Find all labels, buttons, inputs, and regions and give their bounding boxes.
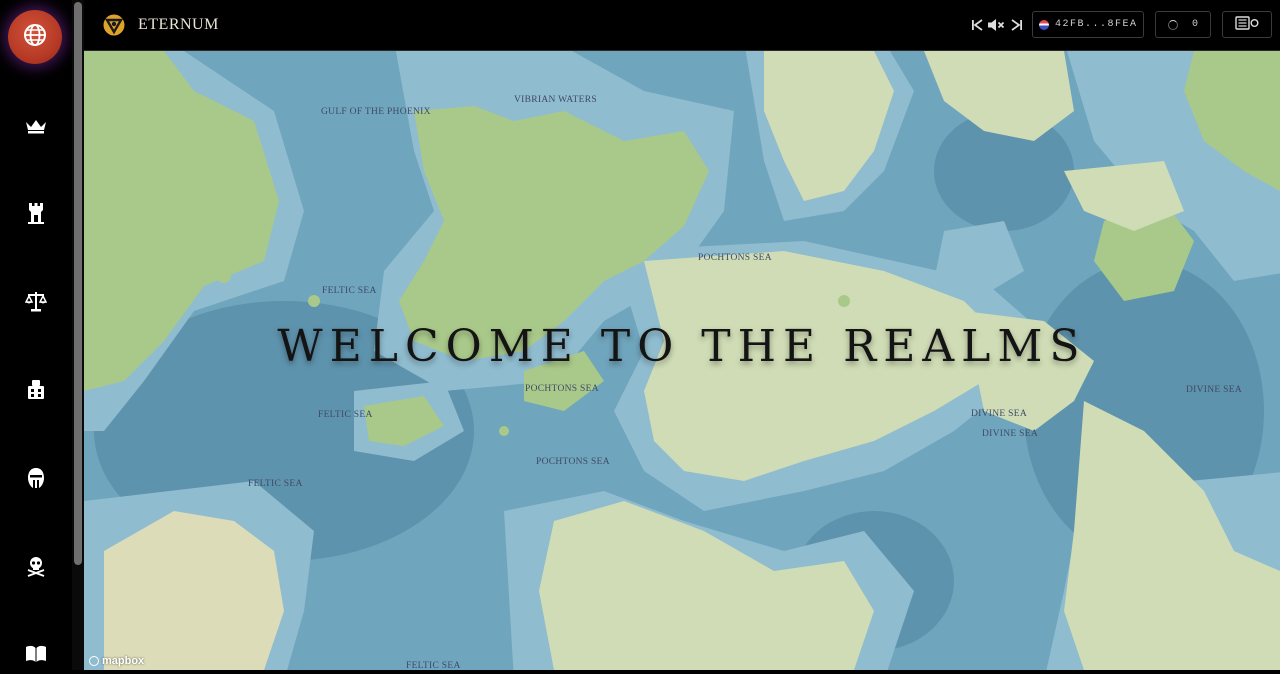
map-label-feltic-sea: FELTIC SEA xyxy=(322,286,377,296)
mapbox-logo-icon xyxy=(89,656,99,666)
sidebar-item-military[interactable] xyxy=(18,462,54,498)
map-label-divine-sea: DIVINE SEA xyxy=(971,409,1028,419)
sidebar-item-trade[interactable] xyxy=(18,285,54,321)
mute-button[interactable] xyxy=(987,16,1005,34)
wallet-button[interactable]: 42FB...8FEA xyxy=(1032,11,1144,38)
eternum-logo-icon xyxy=(102,13,126,37)
settings-toggle-button[interactable] xyxy=(1222,11,1272,38)
top-bar: ETERNUM 42FB...8FEA 0 xyxy=(84,0,1280,51)
map-label-pochtons-sea: POCHTONS SEA xyxy=(525,384,599,394)
book-icon xyxy=(25,645,47,668)
sidebar-item-army[interactable] xyxy=(18,374,54,410)
scrollbar-thumb[interactable] xyxy=(74,2,82,565)
world-map[interactable]: GULF OF THE PHOENIX VIBRIAN WATERS POCHT… xyxy=(84,51,1280,670)
sidebar-item-leaderboard[interactable] xyxy=(18,110,54,146)
welcome-headline: WELCOME TO THE REALMS xyxy=(277,321,1087,372)
sync-status-button[interactable]: 0 xyxy=(1155,11,1211,38)
sidebar-item-lore[interactable] xyxy=(18,638,54,674)
settings-menu-icon xyxy=(1235,15,1259,34)
mapbox-attribution-text: mapbox xyxy=(102,655,145,667)
previous-track-button[interactable] xyxy=(968,16,986,34)
globe-icon xyxy=(23,23,47,52)
map-label-feltic-sea: FELTIC SEA xyxy=(248,479,303,489)
sidebar-item-hyperstructures[interactable] xyxy=(18,550,54,586)
map-label-vibrian-waters: VIBRIAN WATERS xyxy=(514,95,597,105)
skip-back-icon xyxy=(972,19,983,31)
army-icon xyxy=(26,379,46,406)
sidebar-item-realms[interactable] xyxy=(18,197,54,233)
mapbox-attribution[interactable]: mapbox xyxy=(89,655,144,667)
wallet-address: 42FB...8FEA xyxy=(1055,19,1138,30)
speaker-mute-icon xyxy=(988,19,1005,31)
wallet-avatar-icon xyxy=(1039,19,1049,30)
map-label-divine-sea: DIVINE SEA xyxy=(982,429,1039,439)
skip-forward-icon xyxy=(1011,19,1022,31)
counter-value: 0 xyxy=(1192,19,1200,30)
map-label-feltic-sea: FELTIC SEA xyxy=(406,661,461,670)
helmet-icon xyxy=(27,467,45,494)
map-label-pochtons-sea: POCHTONS SEA xyxy=(698,253,772,263)
loading-spinner-icon xyxy=(1168,19,1178,30)
sidebar xyxy=(0,0,72,670)
map-label-pochtons-sea: POCHTONS SEA xyxy=(536,457,610,467)
crown-icon xyxy=(25,118,47,139)
skull-crossbones-icon xyxy=(25,555,47,582)
map-label-divine-sea: DIVINE SEA xyxy=(1186,385,1243,395)
world-map-button[interactable] xyxy=(8,10,62,64)
map-label-feltic-sea: FELTIC SEA xyxy=(318,410,373,420)
castle-icon xyxy=(26,202,46,229)
sidebar-scrollbar[interactable] xyxy=(72,0,84,670)
map-label-gulf-phoenix: GULF OF THE PHOENIX xyxy=(321,107,431,117)
next-track-button[interactable] xyxy=(1008,16,1026,34)
scales-icon xyxy=(24,290,48,317)
app-title: ETERNUM xyxy=(138,16,219,33)
